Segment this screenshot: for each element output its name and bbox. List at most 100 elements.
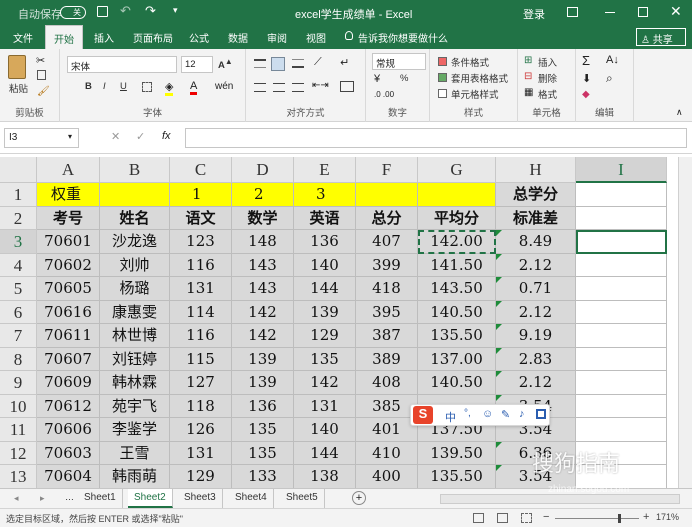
- cell-f4[interactable]: 399: [356, 253, 418, 277]
- sort-filter-icon[interactable]: A↓: [606, 54, 619, 66]
- cell-e2[interactable]: 英语: [294, 206, 356, 230]
- cell-g12[interactable]: 139.50: [418, 441, 496, 465]
- cell-g6[interactable]: 140.50: [418, 300, 496, 324]
- cell-e1[interactable]: 3: [294, 183, 356, 207]
- page-layout-view-icon[interactable]: [497, 513, 508, 523]
- sogou-logo-icon[interactable]: S: [413, 406, 433, 424]
- row-header-3[interactable]: 3: [0, 230, 37, 254]
- cell-d9[interactable]: 139: [232, 371, 294, 395]
- cell-d11[interactable]: 135: [232, 418, 294, 442]
- cell-e13[interactable]: 138: [294, 465, 356, 488]
- cell-e5[interactable]: 144: [294, 277, 356, 301]
- italic-button[interactable]: I: [103, 81, 106, 92]
- cell-h5[interactable]: 0.71: [496, 277, 576, 301]
- cell-g13[interactable]: 135.50: [418, 465, 496, 488]
- cell-e9[interactable]: 142: [294, 371, 356, 395]
- redo-icon[interactable]: ↷: [145, 3, 156, 19]
- cell-f11[interactable]: 401: [356, 418, 418, 442]
- cell-b6[interactable]: 康惠雯: [100, 300, 170, 324]
- column-header-b[interactable]: B: [100, 157, 170, 183]
- cell-i9[interactable]: [576, 371, 667, 395]
- sheet-tab-sheet5[interactable]: Sheet5: [280, 489, 325, 508]
- underline-button[interactable]: U: [120, 81, 127, 92]
- border-icon[interactable]: [142, 82, 152, 92]
- percent-button[interactable]: %: [400, 73, 408, 84]
- undo-icon[interactable]: ↶: [120, 3, 131, 19]
- cut-icon[interactable]: ✂: [36, 54, 45, 67]
- cell-g9[interactable]: 140.50: [418, 371, 496, 395]
- sheet-tab-sheet1[interactable]: Sheet1: [78, 489, 123, 508]
- zoom-level[interactable]: 171%: [656, 512, 679, 522]
- pen-icon[interactable]: ✎: [501, 408, 510, 421]
- fill-color-icon[interactable]: ◈: [165, 80, 174, 96]
- customize-qat-icon[interactable]: ▾: [173, 5, 178, 16]
- cell-i5[interactable]: [576, 277, 667, 301]
- cell-i8[interactable]: [576, 347, 667, 371]
- cell-g3[interactable]: 142.00: [418, 230, 496, 254]
- close-icon[interactable]: ✕: [670, 3, 682, 20]
- cell-b5[interactable]: 杨璐: [100, 277, 170, 301]
- insert-cells-button[interactable]: 插入: [538, 55, 557, 69]
- cell-g8[interactable]: 137.00: [418, 347, 496, 371]
- row-header-12[interactable]: 12: [0, 441, 37, 465]
- cell-i6[interactable]: [576, 300, 667, 324]
- cell-a3[interactable]: 70601: [37, 230, 100, 254]
- number-format-select[interactable]: 常规: [372, 53, 426, 70]
- cell-e7[interactable]: 129: [294, 324, 356, 348]
- cell-e4[interactable]: 140: [294, 253, 356, 277]
- column-header-h[interactable]: H: [496, 157, 576, 183]
- cell-c1[interactable]: 1: [170, 183, 232, 207]
- tab-formulas[interactable]: 公式: [189, 30, 209, 45]
- cell-style-button[interactable]: 单元格样式: [451, 87, 499, 101]
- zoom-in-icon[interactable]: +: [643, 511, 649, 523]
- save-icon[interactable]: [97, 6, 108, 17]
- tab-data[interactable]: 数据: [228, 30, 248, 45]
- cell-a10[interactable]: 70612: [37, 394, 100, 418]
- column-header-d[interactable]: D: [232, 157, 294, 183]
- cell-a2[interactable]: 考号: [37, 206, 100, 230]
- cell-b10[interactable]: 苑宇飞: [100, 394, 170, 418]
- cell-g7[interactable]: 135.50: [418, 324, 496, 348]
- align-right-icon[interactable]: [292, 83, 304, 92]
- zoom-out-icon[interactable]: −: [543, 511, 549, 523]
- align-bottom-icon[interactable]: [292, 59, 304, 68]
- tab-review[interactable]: 审阅: [267, 30, 287, 45]
- cell-i10[interactable]: [576, 394, 667, 418]
- cell-f2[interactable]: 总分: [356, 206, 418, 230]
- clear-icon[interactable]: ◆: [582, 89, 590, 100]
- cell-c9[interactable]: 127: [170, 371, 232, 395]
- cell-f6[interactable]: 395: [356, 300, 418, 324]
- cell-a6[interactable]: 70616: [37, 300, 100, 324]
- font-name-select[interactable]: 宋体: [67, 56, 177, 73]
- column-header-i[interactable]: I: [576, 157, 667, 183]
- column-header-c[interactable]: C: [170, 157, 232, 183]
- row-header-10[interactable]: 10: [0, 394, 37, 418]
- spreadsheet-grid[interactable]: A B C D E F G H I 1 权重 1 2 3 总学分 2 考号 姓名 语文 数学 英语 总分 平均分 标准差 3 70…: [0, 154, 692, 488]
- cell-i7[interactable]: [576, 324, 667, 348]
- vertical-scrollbar[interactable]: [678, 157, 692, 488]
- cell-g1[interactable]: [418, 183, 496, 207]
- align-left-icon[interactable]: [254, 83, 266, 92]
- cell-d8[interactable]: 139: [232, 347, 294, 371]
- cell-b12[interactable]: 王雪: [100, 441, 170, 465]
- cell-b7[interactable]: 林世博: [100, 324, 170, 348]
- align-center-icon[interactable]: [273, 83, 285, 92]
- row-header-8[interactable]: 8: [0, 347, 37, 371]
- cell-c2[interactable]: 语文: [170, 206, 232, 230]
- cell-a7[interactable]: 70611: [37, 324, 100, 348]
- row-header-13[interactable]: 13: [0, 465, 37, 488]
- cell-f13[interactable]: 400: [356, 465, 418, 488]
- normal-view-icon[interactable]: [473, 513, 484, 523]
- cell-c8[interactable]: 115: [170, 347, 232, 371]
- cell-f3[interactable]: 407: [356, 230, 418, 254]
- cell-a9[interactable]: 70609: [37, 371, 100, 395]
- delete-cells-button[interactable]: 删除: [538, 71, 557, 85]
- cell-d12[interactable]: 135: [232, 441, 294, 465]
- cell-h6[interactable]: 2.12: [496, 300, 576, 324]
- cell-a4[interactable]: 70602: [37, 253, 100, 277]
- cell-b11[interactable]: 李鉴学: [100, 418, 170, 442]
- formula-input[interactable]: [185, 128, 687, 148]
- select-all-corner[interactable]: [0, 157, 37, 183]
- cell-a5[interactable]: 70605: [37, 277, 100, 301]
- font-color-icon[interactable]: A: [190, 80, 198, 95]
